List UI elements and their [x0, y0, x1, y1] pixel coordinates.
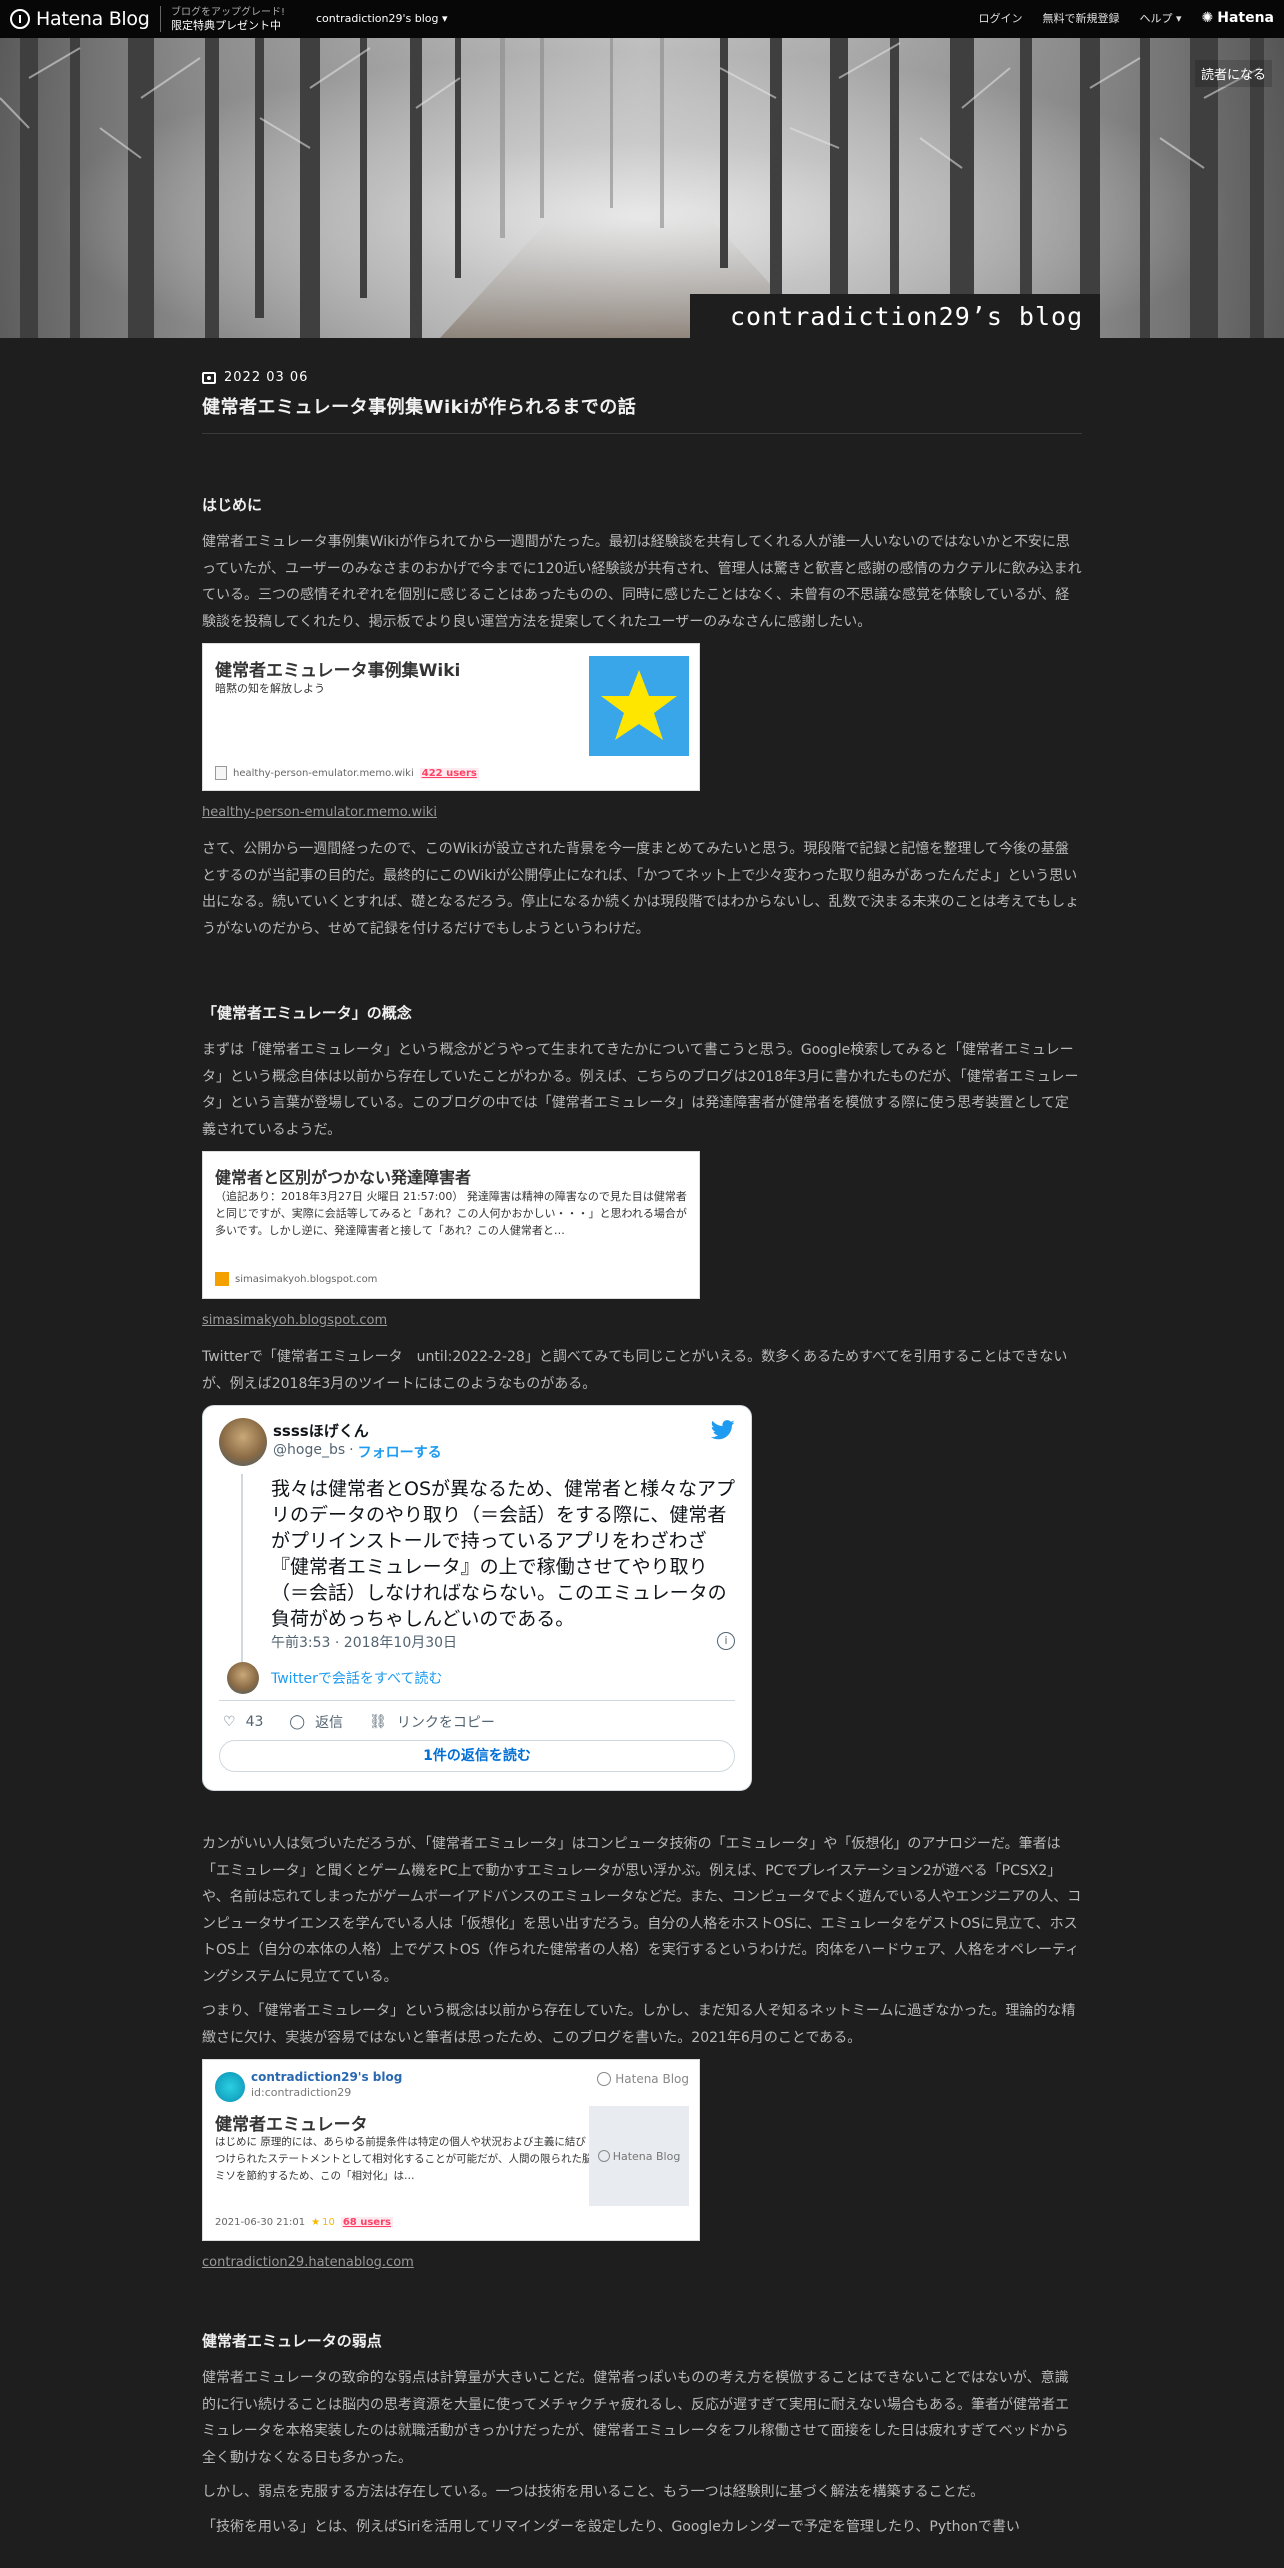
embed-card-description: 暗黙の知を解放しよう	[215, 682, 325, 695]
bookmark-users-badge[interactable]: 68 users	[340, 2217, 393, 2228]
bookmark-users-badge[interactable]: 422 users	[419, 767, 479, 779]
tweet-actions: ♡ 43 ◯ 返信 ⛓ リンクをコピー	[223, 1712, 495, 1732]
hatena-star-icon: ✺	[1201, 10, 1214, 26]
read-thread-link[interactable]: Twitterで会話をすべて読む	[271, 1668, 442, 1688]
article-title[interactable]: 健常者エミュレータ事例集Wikiが作られるまでの話	[202, 393, 1082, 434]
avatar[interactable]	[219, 1418, 267, 1466]
embed-card-wiki[interactable]: 健常者エミュレータ事例集Wiki 暗黙の知を解放しよう healthy-pers…	[202, 643, 700, 791]
paragraph-intro: 健常者エミュレータ事例集Wikiが作られてから一週間がたった。最初は経験談を共有…	[202, 534, 1082, 630]
embed-blog-id: id:contradiction29	[251, 2086, 352, 2099]
paragraph-meme: つまり、「健常者エミュレータ」という概念は以前から存在していた。しかし、まだ知る…	[202, 2003, 1076, 2046]
copy-link-button[interactable]: ⛓ リンクをコピー	[369, 1712, 495, 1732]
help-menu[interactable]: ヘルプ ▾	[1139, 10, 1181, 26]
source-link-blogspot[interactable]: simasimakyoh.blogspot.com	[202, 1313, 1082, 1328]
embed-card-title: 健常者と区別がつかない発達障害者	[215, 1168, 472, 1187]
heading-concept: 「健常者エミュレータ」の概念	[202, 1004, 412, 1022]
embed-card-footer: healthy-person-emulator.memo.wiki 422 us…	[215, 766, 479, 780]
frosted-forest-image	[0, 38, 1264, 338]
like-button[interactable]: ♡ 43	[223, 1714, 263, 1730]
hatena-logo-icon	[597, 2072, 612, 2086]
thread-avatar	[227, 1662, 259, 1694]
hatena-logo-icon	[597, 2150, 610, 2162]
blogger-favicon-icon	[215, 1272, 229, 1286]
paragraph-concept: まずは「健常者エミュレータ」という概念がどうやって生まれてきたかについて書こうと…	[202, 1042, 1079, 1138]
tweet-embed: ssssほげくん @hoge_bs · フォローする 我々は健常者とOSが異なる…	[202, 1405, 752, 1791]
login-link[interactable]: ログイン	[978, 10, 1022, 26]
heading-weakness: 健常者エミュレータの弱点	[202, 2332, 382, 2350]
paragraph-solution: しかし、弱点を克服する方法は存在している。一つは技術を用いること、もう一つは経験…	[202, 2484, 985, 2500]
paragraph-analogy: カンがいい人は気づいただろうが、「健常者エミュレータ」はコンピュータ技術の「エミ…	[202, 1836, 1082, 1985]
embed-card-title: 健常者エミュレータ事例集Wiki	[215, 661, 461, 681]
tweet-handle[interactable]: @hoge_bs	[273, 1442, 345, 1462]
link-icon: ⛓	[369, 1714, 387, 1730]
embed-card-title: 健常者エミュレータ	[215, 2115, 368, 2135]
paragraph-technology: 「技術を用いる」とは、例えばSiriを活用してリマインダーを設定したり、Goog…	[202, 2518, 1020, 2535]
divider	[219, 1700, 735, 1701]
hatena-logo-icon	[10, 9, 30, 29]
calendar-icon	[202, 371, 216, 384]
follow-button[interactable]: フォローする	[358, 1442, 442, 1462]
subscribe-button[interactable]: 読者になる	[1194, 60, 1272, 87]
blog-header: 読者になる contradiction29’s blog	[0, 38, 1284, 338]
embed-card-description: はじめに 原理的には、あらゆる前提条件は特定の個人や状況および主義に結びつけられ…	[215, 2136, 593, 2182]
source-link-hatenablog[interactable]: contradiction29.hatenablog.com	[202, 2255, 1082, 2270]
article: 2022 03 06 健常者エミュレータ事例集Wikiが作られるまでの話 はじめ…	[202, 370, 1082, 2548]
reply-button[interactable]: ◯ 返信	[289, 1712, 343, 1732]
blog-title[interactable]: contradiction29’s blog	[690, 294, 1100, 338]
embed-card-footer: 2021-06-30 21:01 ★ 10 68 users	[215, 2217, 393, 2228]
article-date[interactable]: 2022 03 06	[202, 370, 1082, 385]
upgrade-promo-link[interactable]: ブログをアップグレード! 限定特典プレゼント中	[160, 6, 285, 32]
page-icon	[215, 766, 227, 780]
paragraph-twitter: Twitterで「健常者エミュレータ until:2022-2-28」と調べてみ…	[202, 1349, 1068, 1392]
star-thumbnail-icon	[589, 656, 689, 756]
paragraph-weakness: 健常者エミュレータの致命的な弱点は計算量が大きいことだ。健常者っぽいものの考え方…	[202, 2370, 1070, 2466]
global-header: Hatena Blog ブログをアップグレード! 限定特典プレゼント中 cont…	[0, 0, 1284, 38]
source-link-wiki[interactable]: healthy-person-emulator.memo.wiki	[202, 805, 1082, 820]
blog-menu-dropdown[interactable]: contradiction29's blog ▾	[316, 12, 448, 25]
twitter-bird-icon[interactable]	[711, 1420, 735, 1440]
read-replies-button[interactable]: 1件の返信を読む	[219, 1740, 735, 1772]
tweet-author-meta: @hoge_bs · フォローする	[273, 1442, 442, 1462]
embed-card-blogspot[interactable]: 健常者と区別がつかない発達障害者 （追記あり：2018年3月27日 火曜日 21…	[202, 1151, 700, 1299]
embed-card-footer: simasimakyoh.blogspot.com	[215, 1272, 377, 1286]
hatena-blog-logo[interactable]: Hatena Blog	[10, 8, 150, 30]
tweet-text: 我々は健常者とOSが異なるため、健常者と様々なアプリのデータのやり取り（＝会話）…	[271, 1478, 736, 1630]
star-icon: ★	[311, 2217, 321, 2228]
blog-avatar	[215, 2072, 245, 2102]
star-count[interactable]: 10	[322, 2217, 335, 2228]
paragraph-intro-2: さて、公開から一週間経ったので、このWikiが設立された背景を今一度まとめてみた…	[202, 841, 1080, 937]
heading-intro: はじめに	[202, 496, 263, 514]
signup-link[interactable]: 無料で新規登録	[1042, 10, 1119, 26]
hatena-blog-brand: Hatena Blog	[597, 2072, 689, 2086]
embed-blog-name: contradiction29's blog	[251, 2070, 403, 2084]
hatena-blog-thumbnail: Hatena Blog	[589, 2106, 689, 2206]
info-icon[interactable]: i	[717, 1632, 735, 1650]
heart-icon: ♡	[223, 1714, 236, 1730]
embed-card-hatena-blog[interactable]: contradiction29's blog id:contradiction2…	[202, 2059, 700, 2241]
hatena-menu-button[interactable]: ✺ Hatena	[1202, 10, 1275, 26]
embed-card-description: （追記あり：2018年3月27日 火曜日 21:57:00） 発達障害は精神の障…	[215, 1190, 687, 1237]
tweet-author-name[interactable]: ssssほげくん	[273, 1420, 369, 1441]
tweet-timestamp[interactable]: 午前3:53 · 2018年10月30日	[271, 1632, 457, 1652]
thread-line	[241, 1474, 243, 1664]
speech-bubble-icon: ◯	[289, 1714, 306, 1730]
